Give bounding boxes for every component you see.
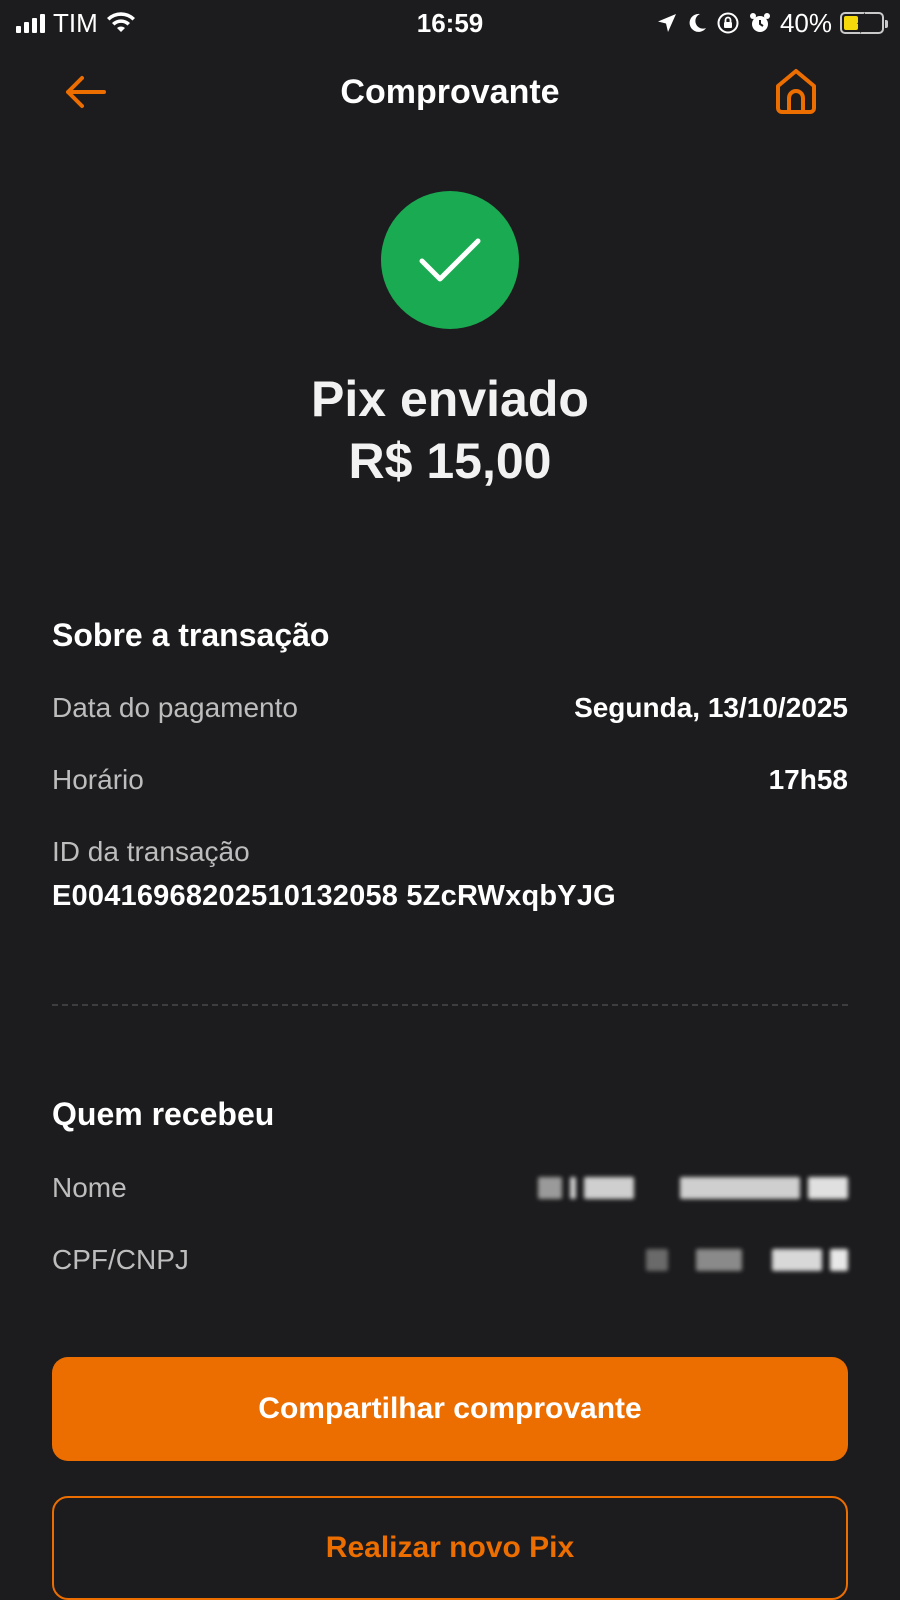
recipient-document-label: CPF/CNPJ bbox=[52, 1244, 189, 1275]
check-icon bbox=[419, 238, 481, 282]
status-left: TIM bbox=[16, 8, 136, 39]
section-divider bbox=[52, 1004, 848, 1006]
transaction-id-value[interactable]: E00416968202510132058 5ZcRWxqbYJG bbox=[52, 880, 616, 913]
status-right: 40% bbox=[656, 7, 888, 39]
wifi-icon bbox=[106, 12, 135, 32]
transaction-section-title: Sobre a transação bbox=[52, 617, 330, 653]
battery-icon bbox=[840, 12, 888, 34]
recipient-document-redacted bbox=[646, 1249, 848, 1271]
alarm-icon bbox=[749, 13, 770, 32]
recipient-name-redacted bbox=[538, 1177, 848, 1199]
recipient-section-title: Quem recebeu bbox=[52, 1096, 275, 1132]
payment-date-row: Data do pagamento Segunda, 13/10/2025 bbox=[52, 692, 848, 724]
moon-icon bbox=[689, 13, 706, 32]
location-arrow-icon bbox=[657, 14, 676, 32]
status-title: Pix enviado bbox=[311, 371, 589, 427]
page-title: Comprovante bbox=[340, 72, 560, 111]
rotation-lock-icon bbox=[717, 12, 739, 34]
transaction-id-block: ID da transação E00416968202510132058 5Z… bbox=[52, 836, 616, 913]
headline: Pix enviado R$ 15,00 bbox=[0, 368, 900, 492]
payment-date-label: Data do pagamento bbox=[52, 692, 298, 723]
recipient-name-label: Nome bbox=[52, 1172, 127, 1203]
cell-signal-icon bbox=[16, 13, 45, 33]
amount: R$ 15,00 bbox=[348, 433, 552, 489]
recipient-name-row: Nome bbox=[52, 1172, 848, 1204]
status-bar: TIM 16:59 40% bbox=[0, 0, 900, 46]
arrow-left-icon bbox=[66, 76, 106, 108]
time-label: Horário bbox=[52, 764, 144, 795]
recipient-document-row: CPF/CNPJ bbox=[52, 1244, 848, 1276]
new-pix-button[interactable]: Realizar novo Pix bbox=[52, 1496, 848, 1600]
share-receipt-button[interactable]: Compartilhar comprovante bbox=[52, 1357, 848, 1461]
home-icon bbox=[776, 69, 816, 114]
back-button[interactable] bbox=[60, 70, 110, 114]
time-row: Horário 17h58 bbox=[52, 764, 848, 796]
nav-bar: Comprovante bbox=[0, 60, 900, 124]
battery-percent: 40% bbox=[779, 7, 832, 38]
home-button[interactable] bbox=[772, 66, 820, 116]
payment-date-value: Segunda, 13/10/2025 bbox=[574, 692, 848, 723]
success-badge bbox=[381, 191, 519, 329]
carrier-name: TIM bbox=[53, 7, 98, 38]
time-value: 17h58 bbox=[768, 764, 848, 795]
receipt-screen: TIM 16:59 40% Comprovante Pix enviado R$… bbox=[0, 0, 900, 1600]
transaction-id-label: ID da transação bbox=[52, 836, 250, 867]
